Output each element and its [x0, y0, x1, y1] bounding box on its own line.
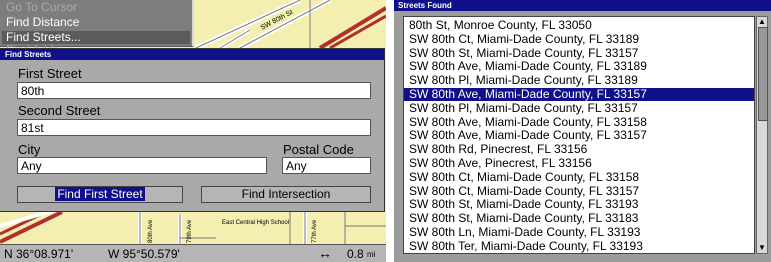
streets-found-title-bar: Streets Found — [394, 0, 771, 11]
find-streets-dialog: Find Streets First Street 80th Second St… — [0, 48, 385, 212]
street-list-item[interactable]: SW 80th Ct, Miami-Dade County, FL 33158 — [404, 171, 754, 184]
find-first-street-button[interactable]: Find First Street — [17, 186, 183, 203]
street-list-item[interactable]: SW 80th Pl, Miami-Dade County, FL 33157 — [404, 102, 754, 115]
street-list-item[interactable]: SW 80th Ave, Miami-Dade County, FL 33158 — [404, 116, 754, 129]
menu-item-go-to-cursor[interactable]: Go To Cursor — [6, 1, 77, 14]
street-list-item[interactable]: SW 80th Pl, Miami-Dade County, FL 33189 — [404, 74, 754, 87]
postal-code-value: Any — [286, 159, 307, 173]
list-scrollbar[interactable]: ▲ ▼ — [756, 16, 768, 254]
find-streets-screen: SW 80th St 80th Ave 79th Ave 77th Ave Ea… — [0, 0, 386, 262]
street-list-item[interactable]: 80th St, Monroe County, FL 33050 — [404, 19, 754, 32]
status-bar: N 36°08.971' W 95°50.579' ↔ 0.8 mi — [0, 244, 386, 262]
second-street-label: Second Street — [18, 103, 101, 118]
first-street-value: 80th — [21, 84, 45, 98]
street-list-item[interactable]: SW 80th St, Miami-Dade County, FL 33157 — [404, 47, 754, 60]
street-list-item[interactable]: SW 80th Ter, Miami-Dade County, FL 33193 — [404, 240, 754, 253]
streets-found-title: Streets Found — [398, 1, 452, 10]
streets-found-screen: Streets Found 80th St, Monroe County, FL… — [394, 0, 771, 262]
postal-code-input[interactable]: Any — [282, 157, 371, 174]
find-intersection-button[interactable]: Find Intersection — [201, 186, 371, 203]
map-school-label: East Central High School — [222, 220, 289, 226]
distance-unit: mi — [367, 250, 376, 259]
map-context-menu: Go To Cursor Find Distance Find Streets.… — [0, 0, 194, 57]
map-street-label-3: 77th Ave — [312, 219, 318, 243]
longitude-readout: W 95°50.579' — [108, 247, 180, 261]
street-list-item[interactable]: SW 80th Ave, Miami-Dade County, FL 33157 — [404, 88, 754, 101]
find-intersection-label: Find Intersection — [241, 187, 331, 201]
city-label: City — [18, 142, 41, 157]
dialog-title-bar: Find Streets — [0, 49, 384, 60]
latitude-readout: N 36°08.971' — [4, 247, 74, 261]
menu-item-find-distance[interactable]: Find Distance — [6, 16, 79, 29]
street-list-item[interactable]: SW 80th Ln, Miami-Dade County, FL 33193 — [404, 226, 754, 239]
scroll-down-icon[interactable]: ▼ — [758, 244, 766, 252]
street-list-item[interactable]: SW 80th Rd, Pinecrest, FL 33156 — [404, 143, 754, 156]
first-street-input[interactable]: 80th — [17, 82, 371, 99]
map-street-label-1: 80th Ave — [148, 219, 154, 243]
scroll-up-icon[interactable]: ▲ — [758, 18, 766, 26]
street-list-item[interactable]: SW 80th Ct, Miami-Dade County, FL 33157 — [404, 185, 754, 198]
second-street-value: 81st — [21, 121, 44, 135]
street-list-item[interactable]: SW 80th Ave, Pinecrest, FL 33156 — [404, 157, 754, 170]
dialog-title: Find Streets — [5, 50, 52, 59]
distance-readout: 0.8 — [347, 247, 364, 261]
city-input[interactable]: Any — [17, 157, 267, 174]
city-value: Any — [21, 159, 42, 173]
scroll-thumb[interactable] — [758, 27, 768, 121]
find-first-street-label: Find First Street — [55, 187, 145, 201]
map-street-label-2: 79th Ave — [187, 219, 193, 243]
street-list-item[interactable]: SW 80th Ave, Miami-Dade County, FL 33189 — [404, 60, 754, 73]
street-list-item[interactable]: SW 80th St, Miami-Dade County, FL 33183 — [404, 212, 754, 225]
second-street-input[interactable]: 81st — [17, 119, 371, 136]
streets-list[interactable]: 80th St, Monroe County, FL 33050 SW 80th … — [403, 16, 755, 254]
postal-code-label: Postal Code — [283, 142, 354, 157]
first-street-label: First Street — [18, 66, 82, 81]
street-list-item[interactable]: SW 80th Ave, Miami-Dade County, FL 33157 — [404, 129, 754, 142]
street-list-item[interactable]: SW 80th Ct, Miami-Dade County, FL 33189 — [404, 33, 754, 46]
street-list-item[interactable]: SW 80th St, Miami-Dade County, FL 33193 — [404, 198, 754, 211]
horizontal-arrow-icon: ↔ — [318, 245, 332, 261]
